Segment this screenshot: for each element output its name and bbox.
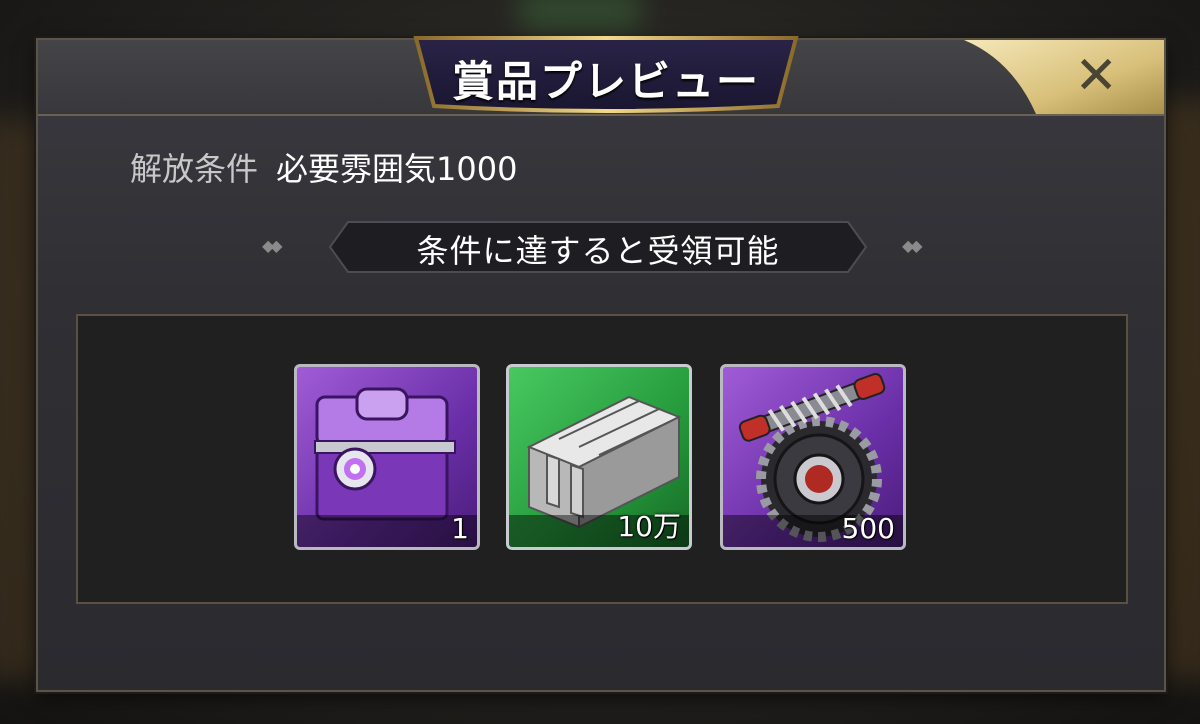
quantity-strip (297, 515, 477, 547)
reward-panel: 1 10万 500 (76, 314, 1128, 604)
reward-item-metal[interactable]: 10万 (506, 364, 692, 550)
receive-condition-text: 条件に達すると受領可能 (416, 232, 780, 270)
diamond-ornament-left-icon: ◆◆ (262, 236, 283, 255)
prize-preview-dialog: 賞品プレビュー ✕ 解放条件 必要雰囲気1000 ◆◆ 条件に達すると受領可能 ◆… (36, 36, 1166, 692)
close-icon: ✕ (1074, 46, 1118, 106)
unlock-condition: 解放条件 必要雰囲気1000 (130, 144, 517, 190)
condition-value: 必要雰囲気1000 (276, 150, 518, 188)
dialog-title: 賞品プレビュー (451, 57, 760, 106)
reward-item-chest[interactable]: 1 (294, 364, 480, 550)
reward-quantity: 1 (451, 512, 469, 545)
reward-item-gear[interactable]: 500 (720, 364, 906, 550)
background-light (520, 0, 640, 30)
reward-quantity: 500 (841, 512, 895, 545)
diamond-ornament-right-icon: ◆◆ (902, 236, 923, 255)
close-button[interactable]: ✕ (964, 40, 1164, 114)
receive-banner: 条件に達すると受領可能 (328, 220, 868, 274)
condition-label: 解放条件 (130, 150, 259, 188)
title-plate: 賞品プレビュー (386, 34, 826, 116)
reward-quantity: 10万 (617, 510, 681, 543)
